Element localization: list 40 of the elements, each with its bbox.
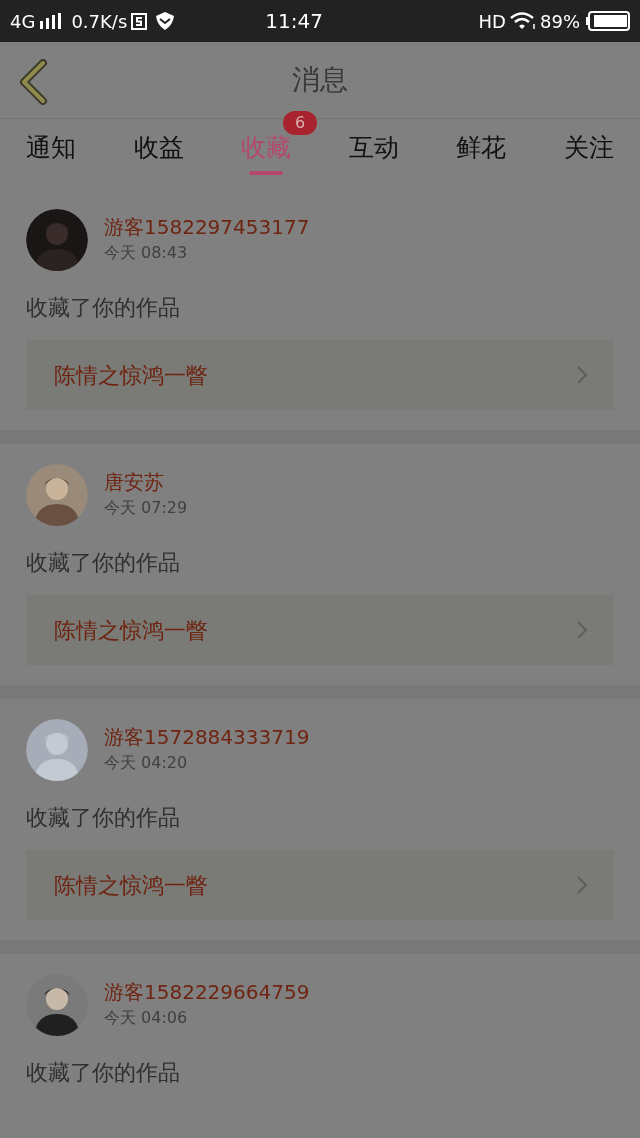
chevron-icon: [576, 875, 588, 895]
message-time: 今天 04:06: [104, 1007, 189, 1029]
work-title: 陈情之惊鸿一瞥: [54, 361, 208, 390]
message-text: 收藏了你的作品: [26, 804, 181, 832]
chevron-icon: [576, 620, 588, 640]
wifi-icon: [510, 12, 536, 30]
back-icon[interactable]: [18, 59, 48, 105]
user-name[interactable]: 游客1582297453177: [104, 213, 310, 241]
message-text: 收藏了你的作品: [26, 294, 181, 322]
message-time: 今天 07:29: [104, 497, 188, 519]
user-name[interactable]: 唐安苏: [104, 468, 188, 496]
network-label: 4G: [10, 9, 36, 34]
count-badge: 6: [283, 111, 318, 135]
user-name[interactable]: 游客1582229664759: [104, 978, 310, 1006]
message-time: 今天 04:20: [104, 752, 189, 774]
user-name[interactable]: 游客1572884333719: [104, 723, 310, 751]
tab[interactable]: 鲜花: [456, 131, 507, 165]
chevron-icon: [576, 365, 588, 385]
work-card[interactable]: 陈情之惊鸿一瞥: [26, 595, 614, 665]
tab[interactable]: 通知: [26, 131, 76, 165]
tab[interactable]: 互动: [348, 131, 399, 165]
signal-icon: [39, 13, 62, 29]
work-card[interactable]: 陈情之惊鸿一瞥: [26, 340, 614, 410]
clock: 11:47: [265, 8, 323, 35]
page-title: 消息: [292, 62, 348, 98]
message-time: 今天 08:43: [104, 242, 189, 264]
s-box-icon: [131, 12, 148, 30]
battery-icon: [586, 11, 630, 31]
work-card[interactable]: 陈情之惊鸿一瞥: [26, 850, 614, 920]
hd-label: HD: [478, 9, 506, 34]
battery-label: 89%: [540, 9, 580, 34]
tab[interactable]: 关注: [563, 131, 614, 165]
work-title: 陈情之惊鸿一瞥: [54, 871, 208, 900]
tab[interactable]: 收益: [133, 131, 184, 165]
message-text: 收藏了你的作品: [26, 549, 181, 577]
shield-icon: [155, 11, 176, 31]
work-title: 陈情之惊鸿一瞥: [54, 616, 208, 645]
message-text: 收藏了你的作品: [26, 1059, 181, 1087]
tab-underline: [249, 171, 284, 175]
speed-label: 0.7K/s: [71, 9, 128, 34]
